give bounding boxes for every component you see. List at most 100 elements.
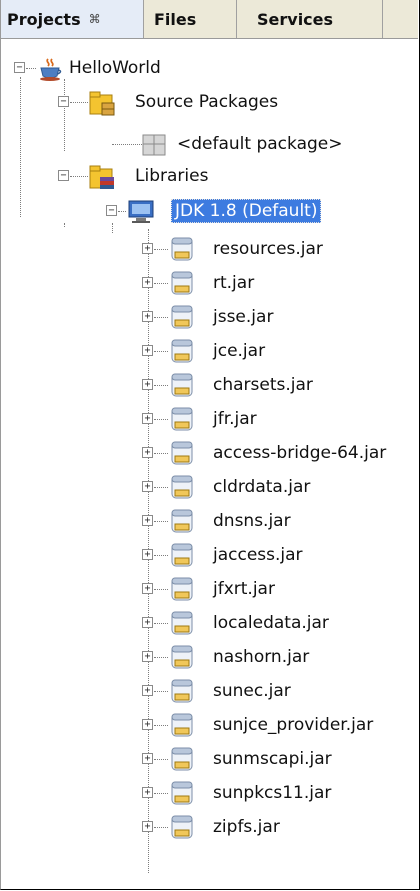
tree-guide-line [154,283,168,284]
jar-file-icon [171,407,193,431]
jar-label: cldrdata.jar [213,477,311,497]
tree-guide-line [154,827,168,828]
tree-node-jdk[interactable]: − JDK 1.8 (Default) [1,197,417,227]
tree-node-jar[interactable]: + zipfs.jar [1,813,417,843]
tree-node-jar[interactable]: + rt.jar [1,269,417,299]
tree-node-jar[interactable]: + charsets.jar [1,371,417,401]
tree-guide-line [154,317,168,318]
jar-file-icon [171,713,193,737]
tree-node-project[interactable]: − HelloWorld [1,54,417,84]
jdk-label: JDK 1.8 (Default) [171,199,322,223]
expand-toggle[interactable]: + [142,481,153,492]
jar-label: localedata.jar [213,613,329,633]
jar-file-icon [171,781,193,805]
tree-guide-line [154,589,168,590]
jar-file-icon [171,679,193,703]
tree-node-jar[interactable]: + jsse.jar [1,303,417,333]
tab-projects-label: Projects [7,9,81,29]
tree-node-jar[interactable]: + jfxrt.jar [1,575,417,605]
jar-label: access-bridge-64.jar [213,443,387,463]
tree-guide-line [154,453,168,454]
tab-services[interactable]: Services [237,0,383,38]
tab-files-label: Files [154,9,197,29]
jar-label: jaccess.jar [213,545,303,565]
expand-toggle[interactable]: + [142,515,153,526]
expand-toggle[interactable]: + [142,345,153,356]
jar-label: sunmscapi.jar [213,749,332,769]
tree-node-default-package[interactable]: <default package> [1,130,417,160]
expand-toggle[interactable]: + [142,447,153,458]
collapse-toggle[interactable]: − [58,96,69,107]
expand-toggle[interactable]: + [142,379,153,390]
jar-file-icon [171,305,193,329]
expand-toggle[interactable]: + [142,719,153,730]
tree-node-libraries[interactable]: − Libraries [1,162,417,192]
tree-node-jar[interactable]: + nashorn.jar [1,643,417,673]
tree-node-jar[interactable]: + dnsns.jar [1,507,417,537]
tree-guide-line [154,759,168,760]
jar-label: jfxrt.jar [213,579,275,599]
jar-file-icon [171,815,193,839]
expand-toggle[interactable]: + [142,311,153,322]
jar-file-icon [171,645,193,669]
tree-node-jar[interactable]: + jaccess.jar [1,541,417,571]
jar-label: jsse.jar [213,307,274,327]
tree-guide-line [154,623,168,624]
expand-toggle[interactable]: + [142,277,153,288]
tree-node-jar[interactable]: + localedata.jar [1,609,417,639]
tree-guide-line [154,657,168,658]
tree-node-jar[interactable]: + jce.jar [1,337,417,367]
collapse-toggle[interactable]: − [14,62,25,73]
tab-projects[interactable]: Projects ⌘ [1,0,144,38]
expand-toggle[interactable]: + [142,617,153,628]
tree-node-source-packages[interactable]: − Source Packages [1,88,417,118]
source-packages-folder-icon [89,91,115,116]
close-icon[interactable]: ⌘ [89,12,101,26]
jar-file-icon [171,747,193,771]
jar-file-icon [171,543,193,567]
expand-toggle[interactable]: + [142,243,153,254]
expand-toggle[interactable]: + [142,821,153,832]
jar-label: charsets.jar [213,375,313,395]
jar-label: sunec.jar [213,681,291,701]
collapse-toggle[interactable]: − [58,170,69,181]
tree-node-jar[interactable]: + resources.jar [1,235,417,265]
jar-label: sunpkcs11.jar [213,783,332,803]
tree-node-jar[interactable]: + jfr.jar [1,405,417,435]
jar-file-icon [171,237,193,261]
expand-toggle[interactable]: + [142,651,153,662]
jdk-monitor-icon [128,200,154,223]
jar-label: resources.jar [213,239,323,259]
expand-toggle[interactable]: + [142,549,153,560]
jar-label: jce.jar [213,341,266,361]
tree-node-jar[interactable]: + sunec.jar [1,677,417,707]
tab-services-label: Services [257,9,334,29]
package-icon [142,134,166,156]
tree-node-jar[interactable]: + sunjce_provider.jar [1,711,417,741]
tree-guide-line [154,793,168,794]
expand-toggle[interactable]: + [142,685,153,696]
tab-files[interactable]: Files [144,0,237,38]
jar-label: zipfs.jar [213,817,280,837]
default-package-label: <default package> [177,134,343,154]
tree-guide-line [154,385,168,386]
library-folder-icon [89,165,114,189]
tree-node-jar[interactable]: + sunmscapi.jar [1,745,417,775]
jar-file-icon [171,611,193,635]
expand-toggle[interactable]: + [142,753,153,764]
tree-guide-line [154,691,168,692]
expand-toggle[interactable]: + [142,583,153,594]
tree-guide-line [154,351,168,352]
expand-toggle[interactable]: + [142,413,153,424]
collapse-toggle[interactable]: − [106,205,117,216]
jar-file-icon [171,373,193,397]
jar-label: rt.jar [213,273,255,293]
jar-label: nashorn.jar [213,647,310,667]
tree-node-jar[interactable]: + cldrdata.jar [1,473,417,503]
tree-node-jar[interactable]: + sunpkcs11.jar [1,779,417,809]
expand-toggle[interactable]: + [142,787,153,798]
jar-file-icon [171,577,193,601]
jar-file-icon [171,441,193,465]
tree-guide-line [154,249,168,250]
tree-node-jar[interactable]: + access-bridge-64.jar [1,439,417,469]
